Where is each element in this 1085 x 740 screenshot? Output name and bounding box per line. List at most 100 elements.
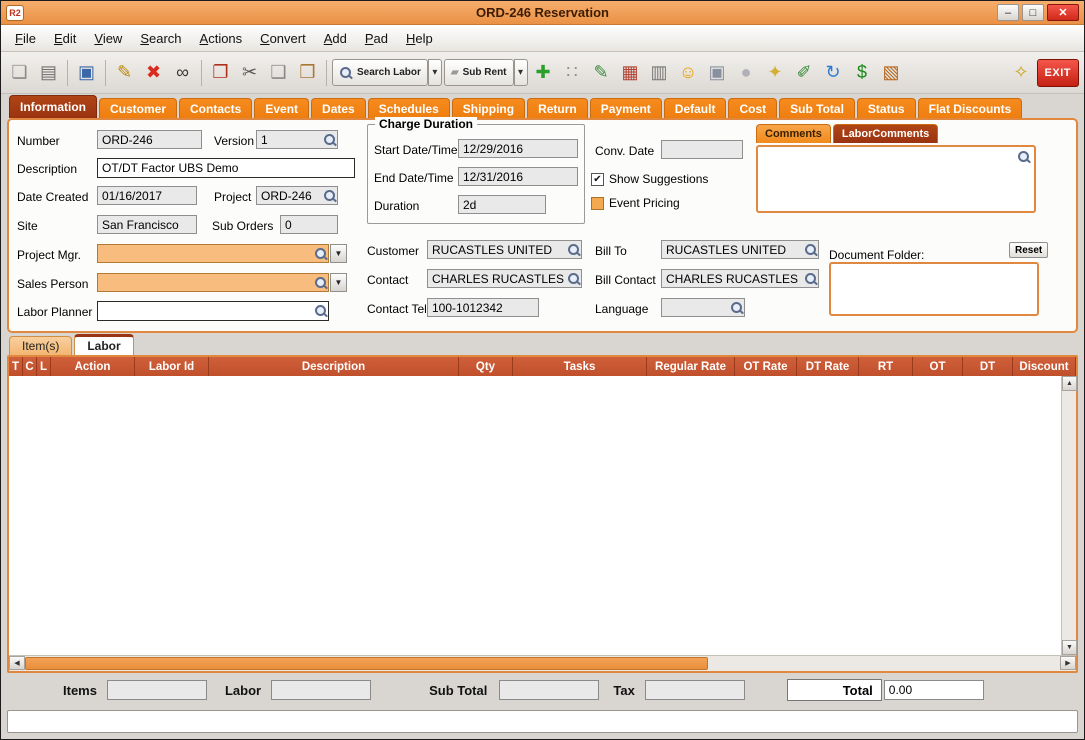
close-button[interactable]: ✕ — [1047, 4, 1079, 21]
tab-shipping[interactable]: Shipping — [452, 98, 525, 118]
vertical-scrollbar[interactable] — [1061, 376, 1076, 655]
bill-to-field[interactable]: RUCASTLES UNITED — [661, 240, 819, 259]
search-icon[interactable] — [314, 247, 328, 261]
menu-convert[interactable]: Convert — [251, 28, 315, 49]
print-icon[interactable]: ▤ — [35, 59, 62, 86]
horizontal-scrollbar[interactable] — [9, 655, 1076, 671]
description-field[interactable]: OT/DT Factor UBS Demo — [97, 158, 355, 178]
menu-pad[interactable]: Pad — [356, 28, 397, 49]
maximize-button[interactable]: □ — [1022, 4, 1044, 21]
site-field[interactable]: San Francisco — [97, 215, 197, 234]
customer-field[interactable]: RUCASTLES UNITED — [427, 240, 582, 259]
tab-information[interactable]: Information — [9, 95, 97, 118]
date-created-field[interactable]: 01/16/2017 — [97, 186, 197, 205]
col-dt-rate[interactable]: DT Rate — [797, 357, 859, 376]
convert-icon[interactable]: ❐ — [207, 59, 234, 86]
minimize-button[interactable]: – — [997, 4, 1019, 21]
add-icon[interactable]: ✚ — [530, 59, 557, 86]
conv-date-field[interactable] — [661, 140, 743, 159]
disk-icon[interactable]: ▣ — [704, 59, 731, 86]
cut-icon[interactable]: ✂ — [236, 59, 263, 86]
tab-schedules[interactable]: Schedules — [368, 98, 450, 118]
edit-pencil-icon[interactable]: ✎ — [111, 59, 138, 86]
horizontal-scroll-track[interactable] — [25, 656, 1060, 671]
col-regular-rate[interactable]: Regular Rate — [647, 357, 735, 376]
labor-comments-textarea[interactable] — [756, 145, 1036, 213]
search-icon[interactable] — [730, 301, 744, 315]
event-pricing-checkbox[interactable] — [591, 197, 604, 210]
money-icon[interactable]: $ — [849, 59, 876, 86]
start-date-field[interactable]: 12/29/2016 — [458, 139, 578, 158]
end-date-field[interactable]: 12/31/2016 — [458, 167, 578, 186]
new-document-icon[interactable]: ❏ — [6, 59, 33, 86]
col-qty[interactable]: Qty — [459, 357, 513, 376]
save-icon[interactable]: ▣ — [73, 59, 100, 86]
refresh-icon[interactable]: ↻ — [820, 59, 847, 86]
duration-field[interactable]: 2d — [458, 195, 546, 214]
exit-button[interactable]: EXIT — [1037, 59, 1079, 87]
package-icon[interactable]: ▧ — [878, 59, 905, 86]
project-field[interactable]: ORD-246 — [256, 186, 338, 205]
menu-actions[interactable]: Actions — [191, 28, 252, 49]
contact-field[interactable]: CHARLES RUCASTLES — [427, 269, 582, 288]
tab-flat-discounts[interactable]: Flat Discounts — [918, 98, 1023, 118]
col-ot[interactable]: OT — [913, 357, 963, 376]
chevron-down-icon[interactable] — [514, 59, 528, 86]
search-icon[interactable] — [323, 133, 337, 147]
wand-icon[interactable]: ✧ — [1008, 59, 1035, 86]
search-icon[interactable] — [1017, 150, 1031, 164]
col-l[interactable]: L — [37, 357, 51, 376]
scroll-left-icon[interactable] — [9, 656, 25, 670]
comment-bubble-icon[interactable]: ● — [733, 59, 760, 86]
grid-body[interactable] — [9, 376, 1061, 655]
sales-person-dropdown-button[interactable] — [330, 273, 347, 292]
form-edit-icon[interactable]: ✐ — [791, 59, 818, 86]
edit-note-icon[interactable]: ✎ — [588, 59, 615, 86]
col-c[interactable]: C — [23, 357, 37, 376]
menu-help[interactable]: Help — [397, 28, 442, 49]
contact-tel-field[interactable]: 100-1012342 — [427, 298, 539, 317]
menu-add[interactable]: Add — [315, 28, 356, 49]
col-description[interactable]: Description — [209, 357, 459, 376]
scroll-up-icon[interactable] — [1062, 376, 1077, 391]
tab-labor[interactable]: Labor — [74, 334, 133, 355]
sub-orders-field[interactable]: 0 — [280, 215, 338, 234]
tab-return[interactable]: Return — [527, 98, 588, 118]
search-icon[interactable] — [567, 272, 581, 286]
tab-customer[interactable]: Customer — [99, 98, 177, 118]
document-folder-box[interactable] — [829, 262, 1039, 316]
delete-icon[interactable]: ✖ — [140, 59, 167, 86]
scroll-right-icon[interactable] — [1060, 656, 1076, 670]
col-t[interactable]: T — [9, 357, 23, 376]
project-mgr-field[interactable] — [97, 244, 329, 263]
tab-sub-total[interactable]: Sub Total — [779, 98, 855, 118]
tab-comments[interactable]: Comments — [756, 124, 831, 143]
labor-planner-field[interactable] — [97, 301, 329, 321]
menu-search[interactable]: Search — [131, 28, 190, 49]
sub-rent-button[interactable]: ▰Sub Rent — [444, 59, 514, 86]
tab-default[interactable]: Default — [664, 98, 727, 118]
menu-edit[interactable]: Edit — [45, 28, 85, 49]
menu-view[interactable]: View — [85, 28, 131, 49]
col-action[interactable]: Action — [51, 357, 135, 376]
copy-icon[interactable]: ❑ — [265, 59, 292, 86]
search-icon[interactable] — [323, 189, 337, 203]
scroll-down-icon[interactable] — [1062, 640, 1077, 655]
building-icon[interactable]: ▥ — [646, 59, 673, 86]
search-icon[interactable] — [314, 304, 328, 318]
tab-contacts[interactable]: Contacts — [179, 98, 252, 118]
chevron-down-icon[interactable] — [428, 59, 442, 86]
number-field[interactable]: ORD-246 — [97, 130, 202, 149]
language-field[interactable] — [661, 298, 745, 317]
col-tasks[interactable]: Tasks — [513, 357, 647, 376]
sales-person-field[interactable] — [97, 273, 329, 292]
tab-event[interactable]: Event — [254, 98, 309, 118]
grid-icon[interactable]: ∷ — [559, 59, 586, 86]
version-field[interactable]: 1 — [256, 130, 338, 149]
col-dt[interactable]: DT — [963, 357, 1013, 376]
project-mgr-dropdown-button[interactable] — [330, 244, 347, 263]
tab-dates[interactable]: Dates — [311, 98, 366, 118]
calendar-edit-icon[interactable]: ▦ — [617, 59, 644, 86]
vertical-scroll-track[interactable] — [1062, 391, 1076, 640]
search-icon[interactable] — [314, 276, 328, 290]
